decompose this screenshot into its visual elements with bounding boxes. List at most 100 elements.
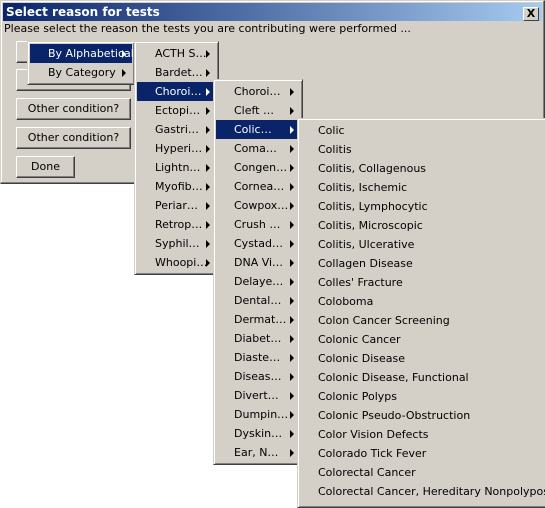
menu-item[interactable]: DNA Vi…	[216, 253, 300, 272]
menu-c-groups: Choroi… Cleft … Colic… Coma… Congen… Cornea… C…	[213, 79, 303, 465]
menu-item[interactable]: Colic…	[216, 120, 300, 139]
menu-item-label: Crush …	[234, 218, 281, 231]
menu-item[interactable]: Lightn…	[137, 158, 216, 177]
menu-item[interactable]: Congen…	[216, 158, 300, 177]
menu-item-label: Collagen Disease	[318, 257, 413, 270]
menu-item-label: Dermat…	[234, 313, 287, 326]
menu-item-label: Colonic Cancer	[318, 333, 401, 346]
menu-item[interactable]: By Category	[30, 63, 132, 82]
menu-item[interactable]: Colonic Pseudo-Obstruction	[300, 406, 544, 425]
title-bar: Select reason for tests X	[3, 3, 542, 21]
menu-item-label: Diaste…	[234, 351, 281, 364]
menu-item[interactable]: Colorectal Cancer	[300, 463, 544, 482]
menu-item[interactable]: Ear, N…	[216, 443, 300, 462]
menu-item[interactable]: Coloboma	[300, 292, 544, 311]
menu-item[interactable]: Cornea…	[216, 177, 300, 196]
menu-item[interactable]: Collagen Disease	[300, 254, 544, 273]
menu-item-label: Colitis	[318, 143, 352, 156]
menu-item-label: Bardet…	[155, 66, 203, 79]
menu-item-label: DNA Vi…	[234, 256, 284, 269]
menu-item-label: Dyskin…	[234, 427, 283, 440]
menu-item[interactable]: Retrop…	[137, 215, 216, 234]
close-button[interactable]: X	[523, 7, 539, 21]
menu-item[interactable]: Colitis, Microscopic	[300, 216, 544, 235]
menu-item-label: Coma…	[234, 142, 277, 155]
menu-item[interactable]: Periar…	[137, 196, 216, 215]
menu-item[interactable]: ACTH S…	[137, 44, 216, 63]
menu-item[interactable]: Colonic Disease	[300, 349, 544, 368]
menu-item[interactable]: Colonic Disease, Functional	[300, 368, 544, 387]
menu-item[interactable]: Colon Cancer Screening	[300, 311, 544, 330]
menu-item-label: By Category	[48, 66, 116, 79]
menu-item[interactable]: Colitis, Ischemic	[300, 178, 544, 197]
menu-item[interactable]: Colic	[300, 121, 544, 140]
other-condition-button-2[interactable]: Other condition?	[16, 127, 131, 149]
menu-item[interactable]: Diabet…	[216, 329, 300, 348]
menu-item[interactable]: Colitis	[300, 140, 544, 159]
menu-item[interactable]: Diaste…	[216, 348, 300, 367]
submenu-arrow-icon	[122, 69, 126, 77]
submenu-arrow-icon	[206, 69, 210, 77]
menu-item[interactable]: Dermat…	[216, 310, 300, 329]
menu-item[interactable]: Divert…	[216, 386, 300, 405]
menu-item-label: Ear, N…	[234, 446, 279, 459]
submenu-arrow-icon	[290, 449, 294, 457]
submenu-arrow-icon	[206, 240, 210, 248]
menu-item-label: Colonic Pseudo-Obstruction	[318, 409, 471, 422]
menu-item[interactable]: Colitis, Collagenous	[300, 159, 544, 178]
menu-item-label: Colic…	[234, 123, 272, 136]
menu-item[interactable]: Choroi…	[137, 82, 216, 101]
menu-item[interactable]: Bardet…	[137, 63, 216, 82]
menu-letter-groups: ACTH S… Bardet… Choroi… Ectopi… Gastri… Hyper…	[134, 41, 219, 275]
menu-item-label: Colitis, Collagenous	[318, 162, 427, 175]
menu-item[interactable]: Diseas…	[216, 367, 300, 386]
menu-item[interactable]: Crush …	[216, 215, 300, 234]
submenu-arrow-icon	[206, 107, 210, 115]
menu-item[interactable]: Colonic Cancer	[300, 330, 544, 349]
menu-item-label: Colic	[318, 124, 345, 137]
menu-item[interactable]: Gastri…	[137, 120, 216, 139]
menu-item-label: Colonic Disease, Functional	[318, 371, 469, 384]
menu-item[interactable]: Cleft …	[216, 101, 300, 120]
menu-item[interactable]: Colonic Polyps	[300, 387, 544, 406]
submenu-arrow-icon	[206, 202, 210, 210]
submenu-arrow-icon	[290, 145, 294, 153]
menu-item-label: Syphil…	[155, 237, 200, 250]
menu-item[interactable]: Coma…	[216, 139, 300, 158]
submenu-arrow-icon	[206, 145, 210, 153]
submenu-arrow-icon	[206, 126, 210, 134]
menu-item[interactable]: By Alphabetical	[30, 44, 134, 63]
submenu-arrow-icon	[206, 221, 210, 229]
menu-item[interactable]: Colorado Tick Fever	[300, 444, 544, 463]
submenu-arrow-icon	[290, 392, 294, 400]
submenu-arrow-icon	[206, 259, 210, 267]
menu-item-label: Colonic Polyps	[318, 390, 398, 403]
menu-item[interactable]: Ectopi…	[137, 101, 216, 120]
menu-item[interactable]: Colles' Fracture	[300, 273, 544, 292]
menu-item[interactable]: Dumpin…	[216, 405, 300, 424]
menu-item[interactable]: Delaye…	[216, 272, 300, 291]
menu-item[interactable]: Cowpox…	[216, 196, 300, 215]
menu-item-label: Congen…	[234, 161, 288, 174]
menu-item[interactable]: Dyskin…	[216, 424, 300, 443]
menu-item-label: Cowpox…	[234, 199, 289, 212]
menu-item[interactable]: Color Vision Defects	[300, 425, 544, 444]
menu-item[interactable]: Syphil…	[137, 234, 216, 253]
menu-item-label: Cystad…	[234, 237, 283, 250]
menu-item[interactable]: Dental…	[216, 291, 300, 310]
menu-item[interactable]: Colitis, Ulcerative	[300, 235, 544, 254]
menu-item[interactable]: Cystad…	[216, 234, 300, 253]
other-condition-button-1[interactable]: Other condition?	[16, 98, 131, 120]
menu-item[interactable]: Whoopi…	[137, 253, 216, 272]
menu-item-label: Colon Cancer Screening	[318, 314, 450, 327]
submenu-arrow-icon	[290, 335, 294, 343]
menu-item-label: ACTH S…	[155, 47, 207, 60]
menu-item[interactable]: Myofib…	[137, 177, 216, 196]
done-button[interactable]: Done	[16, 156, 75, 178]
menu-item[interactable]: Colorectal Cancer, Hereditary Nonpolypos…	[300, 482, 545, 501]
menu-item[interactable]: Hyperi…	[137, 139, 216, 158]
menu-item-label: Color Vision Defects	[318, 428, 429, 441]
menu-item[interactable]: Choroi…	[216, 82, 300, 101]
menu-item[interactable]: Colitis, Lymphocytic	[300, 197, 544, 216]
menu-item-label: Colles' Fracture	[318, 276, 403, 289]
